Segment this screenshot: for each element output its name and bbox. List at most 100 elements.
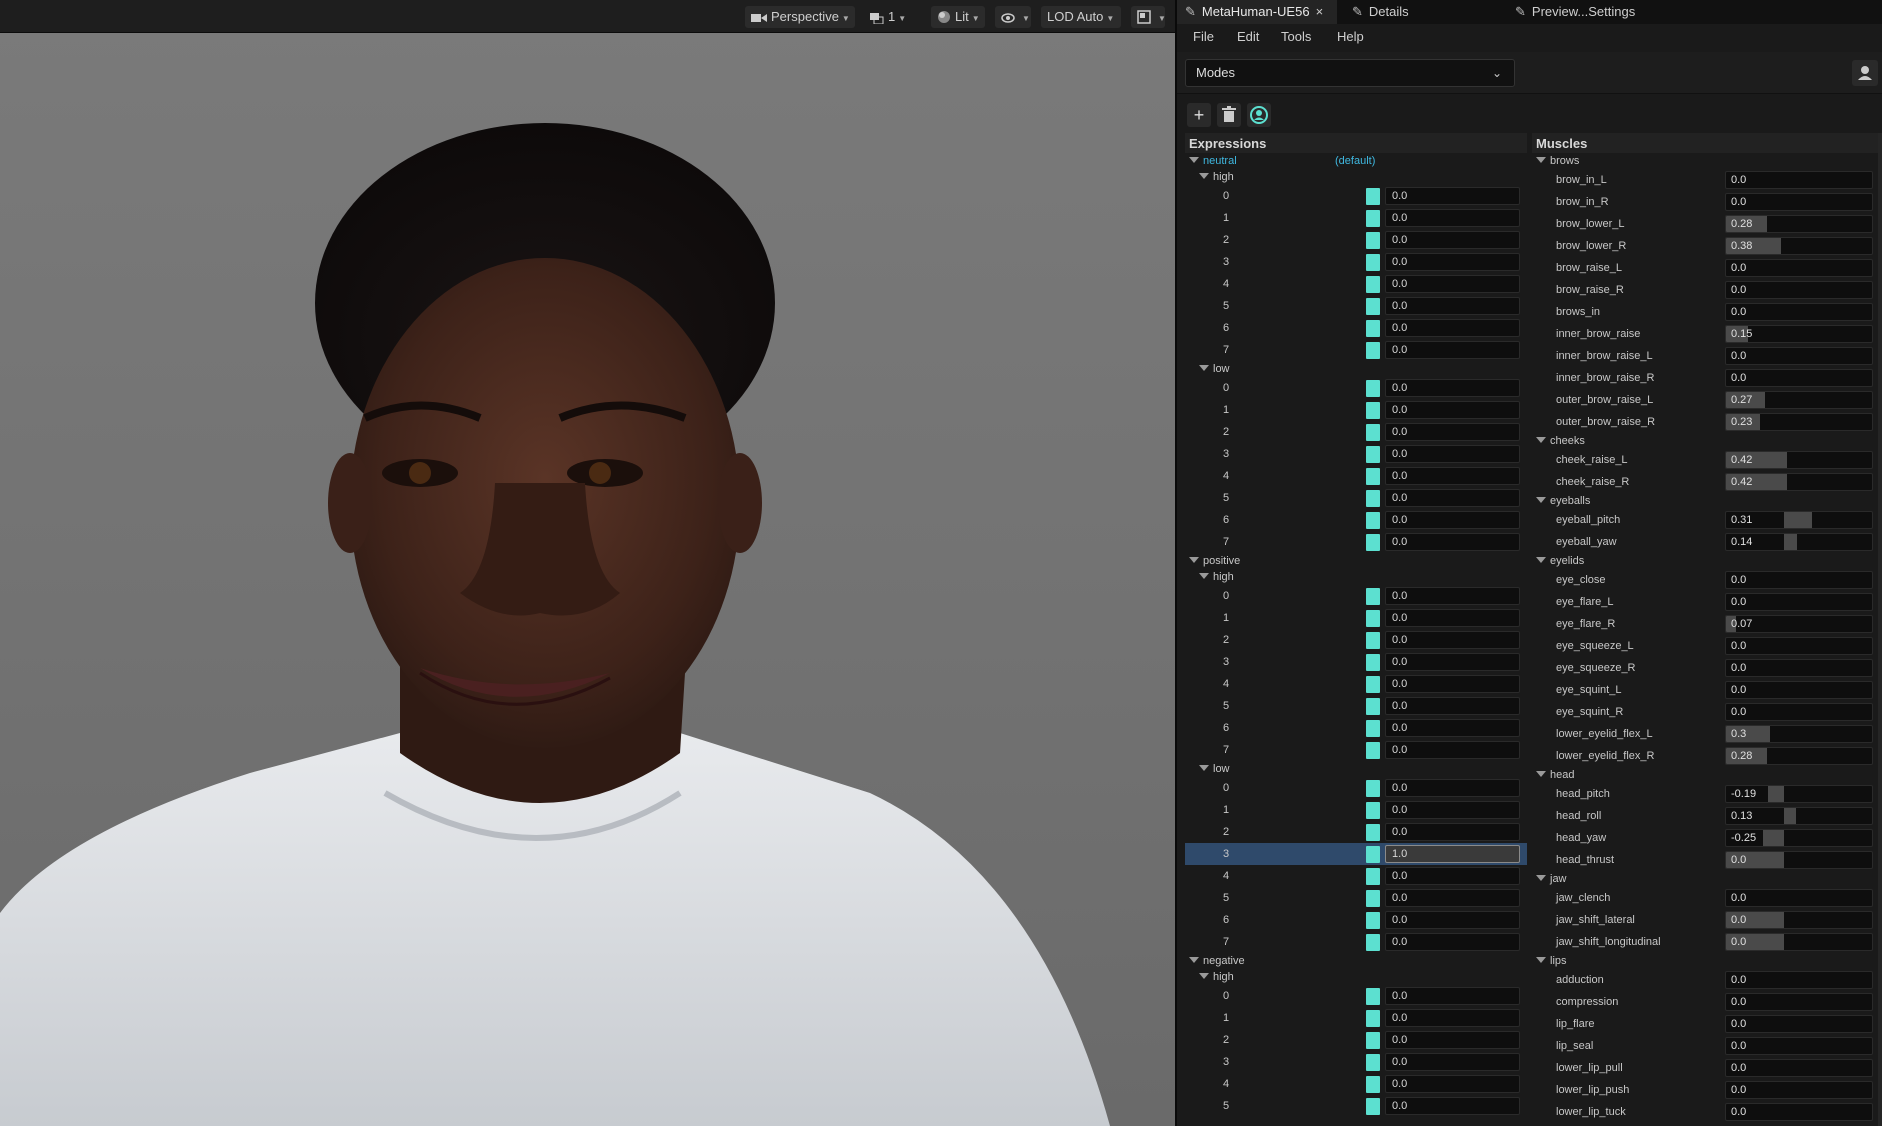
expression-value-field[interactable]: 0.0 <box>1385 587 1520 605</box>
color-swatch[interactable] <box>1366 490 1380 507</box>
color-swatch[interactable] <box>1366 1054 1380 1071</box>
muscle-value-slider[interactable]: 0.07 <box>1725 615 1873 633</box>
color-swatch[interactable] <box>1366 380 1380 397</box>
expression-value-field[interactable]: 0.0 <box>1385 867 1520 885</box>
muscle-value-slider[interactable]: 0.0 <box>1725 369 1873 387</box>
muscle-row[interactable]: brows_in 0.0 <box>1532 301 1882 323</box>
muscle-value-slider[interactable]: 0.0 <box>1725 347 1873 365</box>
expression-subgroup[interactable]: low <box>1185 361 1527 377</box>
expression-value-field[interactable]: 0.0 <box>1385 187 1520 205</box>
muscle-value-slider[interactable]: 0.0 <box>1725 259 1873 277</box>
muscle-group[interactable]: lips <box>1532 953 1882 969</box>
color-swatch[interactable] <box>1366 588 1380 605</box>
menu-edit[interactable]: Edit <box>1237 29 1259 44</box>
expression-subgroup[interactable]: high <box>1185 569 1527 585</box>
muscle-row[interactable]: eye_flare_L 0.0 <box>1532 591 1882 613</box>
muscle-value-slider[interactable]: 0.14 <box>1725 533 1873 551</box>
expression-value-field[interactable]: 0.0 <box>1385 1097 1520 1115</box>
expression-row[interactable]: 2 0.0 <box>1185 629 1527 651</box>
expression-subgroup[interactable]: high <box>1185 169 1527 185</box>
muscle-value-slider[interactable]: 0.31 <box>1725 511 1873 529</box>
muscle-row[interactable]: brow_raise_R 0.0 <box>1532 279 1882 301</box>
expression-row[interactable]: 5 0.0 <box>1185 695 1527 717</box>
expression-value-field[interactable]: 1.0 <box>1385 845 1520 863</box>
expand-triangle-icon[interactable] <box>1536 557 1546 563</box>
modes-dropdown[interactable]: Modes ⌄ <box>1185 59 1515 87</box>
muscle-value-slider[interactable]: 0.0 <box>1725 933 1873 951</box>
color-swatch[interactable] <box>1366 210 1380 227</box>
muscle-value-slider[interactable]: 0.0 <box>1725 281 1873 299</box>
expression-row[interactable]: 0 0.0 <box>1185 777 1527 799</box>
muscle-row[interactable]: head_pitch -0.19 <box>1532 783 1882 805</box>
muscle-value-slider[interactable]: 0.0 <box>1725 637 1873 655</box>
expression-row[interactable]: 5 0.0 <box>1185 295 1527 317</box>
muscle-value-slider[interactable]: 0.0 <box>1725 681 1873 699</box>
muscle-group[interactable]: eyelids <box>1532 553 1882 569</box>
expression-value-field[interactable]: 0.0 <box>1385 609 1520 627</box>
color-swatch[interactable] <box>1366 802 1380 819</box>
color-swatch[interactable] <box>1366 676 1380 693</box>
color-swatch[interactable] <box>1366 320 1380 337</box>
muscle-group[interactable]: eyeballs <box>1532 493 1882 509</box>
muscle-value-slider[interactable]: 0.0 <box>1725 571 1873 589</box>
color-swatch[interactable] <box>1366 988 1380 1005</box>
expression-row[interactable]: 1 0.0 <box>1185 799 1527 821</box>
expression-row[interactable]: 3 0.0 <box>1185 651 1527 673</box>
color-swatch[interactable] <box>1366 720 1380 737</box>
menu-tools[interactable]: Tools <box>1281 29 1311 44</box>
muscle-row[interactable]: jaw_shift_longitudinal 0.0 <box>1532 931 1882 953</box>
scrollbar[interactable] <box>1878 133 1882 1126</box>
expand-triangle-icon[interactable] <box>1536 771 1546 777</box>
muscle-value-slider[interactable]: 0.0 <box>1725 1081 1873 1099</box>
expression-subgroup[interactable]: high <box>1185 969 1527 985</box>
expression-value-field[interactable]: 0.0 <box>1385 319 1520 337</box>
3d-viewport[interactable]: Perspective ▼ 1 ▼ Lit ▼ ▼ LOD Auto ▼ ▼ <box>0 0 1175 1126</box>
color-swatch[interactable] <box>1366 276 1380 293</box>
muscle-row[interactable]: inner_brow_raise 0.15 <box>1532 323 1882 345</box>
expression-row[interactable]: 5 0.0 <box>1185 487 1527 509</box>
color-swatch[interactable] <box>1366 446 1380 463</box>
expression-row[interactable]: 0 0.0 <box>1185 377 1527 399</box>
muscle-value-slider[interactable]: 0.0 <box>1725 889 1873 907</box>
expression-value-field[interactable]: 0.0 <box>1385 1009 1520 1027</box>
muscle-row[interactable]: eye_squint_R 0.0 <box>1532 701 1882 723</box>
muscle-row[interactable]: brow_lower_L 0.28 <box>1532 213 1882 235</box>
expression-row[interactable]: 1 0.0 <box>1185 607 1527 629</box>
muscle-row[interactable]: eyeball_pitch 0.31 <box>1532 509 1882 531</box>
muscle-value-slider[interactable]: 0.0 <box>1725 1103 1873 1121</box>
muscle-row[interactable]: cheek_raise_R 0.42 <box>1532 471 1882 493</box>
expression-row[interactable]: 6 0.0 <box>1185 909 1527 931</box>
expression-row[interactable]: 1 0.0 <box>1185 1007 1527 1029</box>
expression-row[interactable]: 2 0.0 <box>1185 821 1527 843</box>
muscle-value-slider[interactable]: 0.0 <box>1725 303 1873 321</box>
muscle-row[interactable]: lip_seal 0.0 <box>1532 1035 1882 1057</box>
muscle-value-slider[interactable]: 0.3 <box>1725 725 1873 743</box>
expand-triangle-icon[interactable] <box>1199 365 1209 371</box>
color-swatch[interactable] <box>1366 632 1380 649</box>
menu-file[interactable]: File <box>1193 29 1214 44</box>
expression-value-field[interactable]: 0.0 <box>1385 1075 1520 1093</box>
perspective-button[interactable]: Perspective ▼ <box>745 6 855 28</box>
expression-value-field[interactable]: 0.0 <box>1385 987 1520 1005</box>
expression-group[interactable]: neutral (default) <box>1185 153 1527 169</box>
expression-value-field[interactable]: 0.0 <box>1385 911 1520 929</box>
expression-value-field[interactable]: 0.0 <box>1385 1031 1520 1049</box>
color-swatch[interactable] <box>1366 868 1380 885</box>
expression-subgroup[interactable]: low <box>1185 761 1527 777</box>
lod-button[interactable]: LOD Auto ▼ <box>1041 6 1121 28</box>
user-button[interactable] <box>1852 60 1878 86</box>
expression-row[interactable]: 1 0.0 <box>1185 207 1527 229</box>
expression-row[interactable]: 4 0.0 <box>1185 1073 1527 1095</box>
color-swatch[interactable] <box>1366 654 1380 671</box>
muscle-row[interactable]: lower_lip_tuck 0.0 <box>1532 1101 1882 1123</box>
muscle-value-slider[interactable]: -0.25 <box>1725 829 1873 847</box>
expression-value-field[interactable]: 0.0 <box>1385 675 1520 693</box>
expression-row[interactable]: 3 0.0 <box>1185 1051 1527 1073</box>
muscle-value-slider[interactable]: 0.0 <box>1725 851 1873 869</box>
muscle-row[interactable]: inner_brow_raise_L 0.0 <box>1532 345 1882 367</box>
muscle-value-slider[interactable]: 0.28 <box>1725 215 1873 233</box>
expression-value-field[interactable]: 0.0 <box>1385 379 1520 397</box>
muscle-group[interactable]: head <box>1532 767 1882 783</box>
tab-details[interactable]: ✎ Details <box>1344 0 1474 24</box>
muscle-group[interactable]: brows <box>1532 153 1882 169</box>
